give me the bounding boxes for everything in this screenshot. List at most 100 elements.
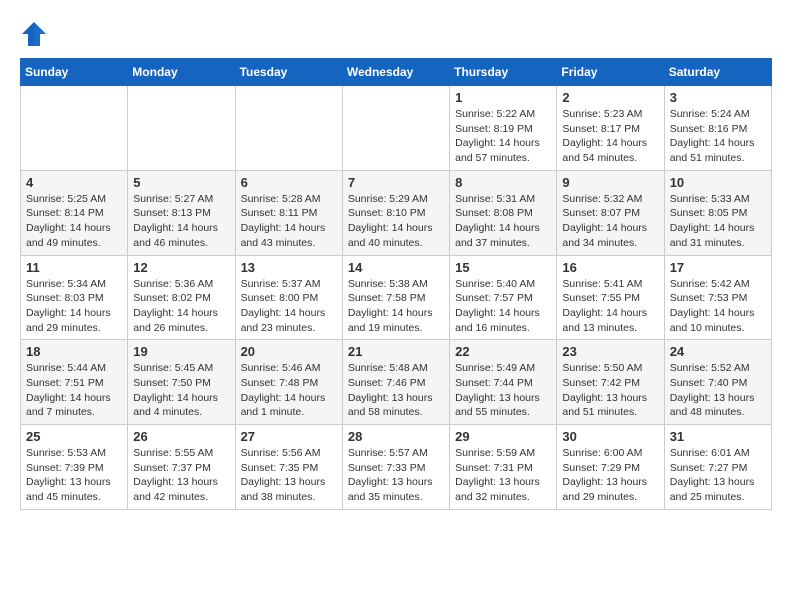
day-number: 28 [348,429,444,444]
calendar-cell: 13 Sunrise: 5:37 AM Sunset: 8:00 PM Dayli… [235,255,342,340]
day-info: Sunrise: 5:49 AM Sunset: 7:44 PM Dayligh… [455,361,551,420]
day-number: 22 [455,344,551,359]
calendar-cell: 17Sunrise: 5:42 AM Sunset: 7:53 PM Dayli… [664,255,771,340]
calendar-cell: 26 Sunrise: 5:55 AM Sunset: 7:37 PM Dayli… [128,425,235,510]
day-info: Sunrise: 5:52 AM Sunset: 7:40 PM Dayligh… [670,361,766,420]
calendar-cell [21,86,128,171]
calendar-cell: 18Sunrise: 5:44 AM Sunset: 7:51 PM Dayli… [21,340,128,425]
day-info: Sunrise: 5:34 AM Sunset: 8:03 PM Dayligh… [26,277,122,336]
calendar-cell: 6 Sunrise: 5:28 AM Sunset: 8:11 PM Daylig… [235,170,342,255]
day-number: 20 [241,344,337,359]
calendar-cell: 20 Sunrise: 5:46 AM Sunset: 7:48 PM Dayli… [235,340,342,425]
calendar-cell: 15 Sunrise: 5:40 AM Sunset: 7:57 PM Dayli… [450,255,557,340]
day-number: 30 [562,429,658,444]
day-number: 7 [348,175,444,190]
logo [20,20,52,48]
day-info: Sunrise: 5:23 AM Sunset: 8:17 PM Dayligh… [562,107,658,166]
calendar-week-3: 11 Sunrise: 5:34 AM Sunset: 8:03 PM Dayli… [21,255,772,340]
calendar-week-2: 4 Sunrise: 5:25 AM Sunset: 8:14 PM Daylig… [21,170,772,255]
calendar-week-5: 25 Sunrise: 5:53 AM Sunset: 7:39 PM Dayli… [21,425,772,510]
day-number: 6 [241,175,337,190]
day-number: 15 [455,260,551,275]
calendar-cell: 30 Sunrise: 6:00 AM Sunset: 7:29 PM Dayli… [557,425,664,510]
day-number: 25 [26,429,122,444]
day-info: Sunrise: 5:27 AM Sunset: 8:13 PM Dayligh… [133,192,229,251]
day-number: 29 [455,429,551,444]
calendar-cell: 9 Sunrise: 5:32 AM Sunset: 8:07 PM Daylig… [557,170,664,255]
day-number: 1 [455,90,551,105]
day-number: 2 [562,90,658,105]
day-info: Sunrise: 5:28 AM Sunset: 8:11 PM Dayligh… [241,192,337,251]
weekday-header-friday: Friday [557,59,664,86]
day-number: 24 [670,344,766,359]
calendar-cell: 22 Sunrise: 5:49 AM Sunset: 7:44 PM Dayli… [450,340,557,425]
weekday-header-tuesday: Tuesday [235,59,342,86]
calendar-cell: 3Sunrise: 5:24 AM Sunset: 8:16 PM Daylig… [664,86,771,171]
day-info: Sunrise: 5:38 AM Sunset: 7:58 PM Dayligh… [348,277,444,336]
calendar-cell: 16 Sunrise: 5:41 AM Sunset: 7:55 PM Dayli… [557,255,664,340]
day-info: Sunrise: 5:53 AM Sunset: 7:39 PM Dayligh… [26,446,122,505]
day-info: Sunrise: 5:50 AM Sunset: 7:42 PM Dayligh… [562,361,658,420]
calendar-cell: 4 Sunrise: 5:25 AM Sunset: 8:14 PM Daylig… [21,170,128,255]
day-info: Sunrise: 5:25 AM Sunset: 8:14 PM Dayligh… [26,192,122,251]
calendar-cell: 11 Sunrise: 5:34 AM Sunset: 8:03 PM Dayli… [21,255,128,340]
day-info: Sunrise: 5:42 AM Sunset: 7:53 PM Dayligh… [670,277,766,336]
calendar-cell: 31 Sunrise: 6:01 AM Sunset: 7:27 PM Dayli… [664,425,771,510]
page-header [20,20,772,48]
day-number: 5 [133,175,229,190]
day-info: Sunrise: 5:31 AM Sunset: 8:08 PM Dayligh… [455,192,551,251]
day-info: Sunrise: 5:59 AM Sunset: 7:31 PM Dayligh… [455,446,551,505]
day-info: Sunrise: 5:46 AM Sunset: 7:48 PM Dayligh… [241,361,337,420]
logo-icon [20,20,48,48]
day-info: Sunrise: 5:48 AM Sunset: 7:46 PM Dayligh… [348,361,444,420]
day-number: 3 [670,90,766,105]
day-number: 19 [133,344,229,359]
day-info: Sunrise: 5:57 AM Sunset: 7:33 PM Dayligh… [348,446,444,505]
day-number: 26 [133,429,229,444]
day-number: 8 [455,175,551,190]
calendar-cell: 29 Sunrise: 5:59 AM Sunset: 7:31 PM Dayli… [450,425,557,510]
day-number: 12 [133,260,229,275]
calendar-cell: 14 Sunrise: 5:38 AM Sunset: 7:58 PM Dayli… [342,255,449,340]
day-info: Sunrise: 5:56 AM Sunset: 7:35 PM Dayligh… [241,446,337,505]
weekday-header-saturday: Saturday [664,59,771,86]
calendar-cell: 23 Sunrise: 5:50 AM Sunset: 7:42 PM Dayli… [557,340,664,425]
day-number: 4 [26,175,122,190]
day-info: Sunrise: 5:41 AM Sunset: 7:55 PM Dayligh… [562,277,658,336]
day-number: 31 [670,429,766,444]
day-info: Sunrise: 5:33 AM Sunset: 8:05 PM Dayligh… [670,192,766,251]
day-number: 13 [241,260,337,275]
weekday-header-sunday: Sunday [21,59,128,86]
day-info: Sunrise: 5:37 AM Sunset: 8:00 PM Dayligh… [241,277,337,336]
calendar-week-1: 1 Sunrise: 5:22 AM Sunset: 8:19 PM Daylig… [21,86,772,171]
weekday-header-thursday: Thursday [450,59,557,86]
calendar-cell: 25 Sunrise: 5:53 AM Sunset: 7:39 PM Dayli… [21,425,128,510]
weekday-header-wednesday: Wednesday [342,59,449,86]
calendar-cell: 24 Sunrise: 5:52 AM Sunset: 7:40 PM Dayli… [664,340,771,425]
day-number: 23 [562,344,658,359]
calendar-week-4: 18Sunrise: 5:44 AM Sunset: 7:51 PM Dayli… [21,340,772,425]
day-number: 9 [562,175,658,190]
day-number: 11 [26,260,122,275]
day-info: Sunrise: 6:00 AM Sunset: 7:29 PM Dayligh… [562,446,658,505]
day-number: 21 [348,344,444,359]
day-info: Sunrise: 5:40 AM Sunset: 7:57 PM Dayligh… [455,277,551,336]
calendar-cell: 12Sunrise: 5:36 AM Sunset: 8:02 PM Dayli… [128,255,235,340]
day-info: Sunrise: 5:44 AM Sunset: 7:51 PM Dayligh… [26,361,122,420]
day-number: 14 [348,260,444,275]
day-info: Sunrise: 5:32 AM Sunset: 8:07 PM Dayligh… [562,192,658,251]
calendar-cell [235,86,342,171]
calendar-cell [128,86,235,171]
day-info: Sunrise: 5:29 AM Sunset: 8:10 PM Dayligh… [348,192,444,251]
calendar-cell: 8 Sunrise: 5:31 AM Sunset: 8:08 PM Daylig… [450,170,557,255]
calendar-table: SundayMondayTuesdayWednesdayThursdayFrid… [20,58,772,510]
day-info: Sunrise: 6:01 AM Sunset: 7:27 PM Dayligh… [670,446,766,505]
day-info: Sunrise: 5:22 AM Sunset: 8:19 PM Dayligh… [455,107,551,166]
weekday-header-monday: Monday [128,59,235,86]
calendar-cell: 2 Sunrise: 5:23 AM Sunset: 8:17 PM Daylig… [557,86,664,171]
calendar-cell [342,86,449,171]
calendar-cell: 7 Sunrise: 5:29 AM Sunset: 8:10 PM Daylig… [342,170,449,255]
day-number: 16 [562,260,658,275]
day-info: Sunrise: 5:55 AM Sunset: 7:37 PM Dayligh… [133,446,229,505]
day-number: 10 [670,175,766,190]
